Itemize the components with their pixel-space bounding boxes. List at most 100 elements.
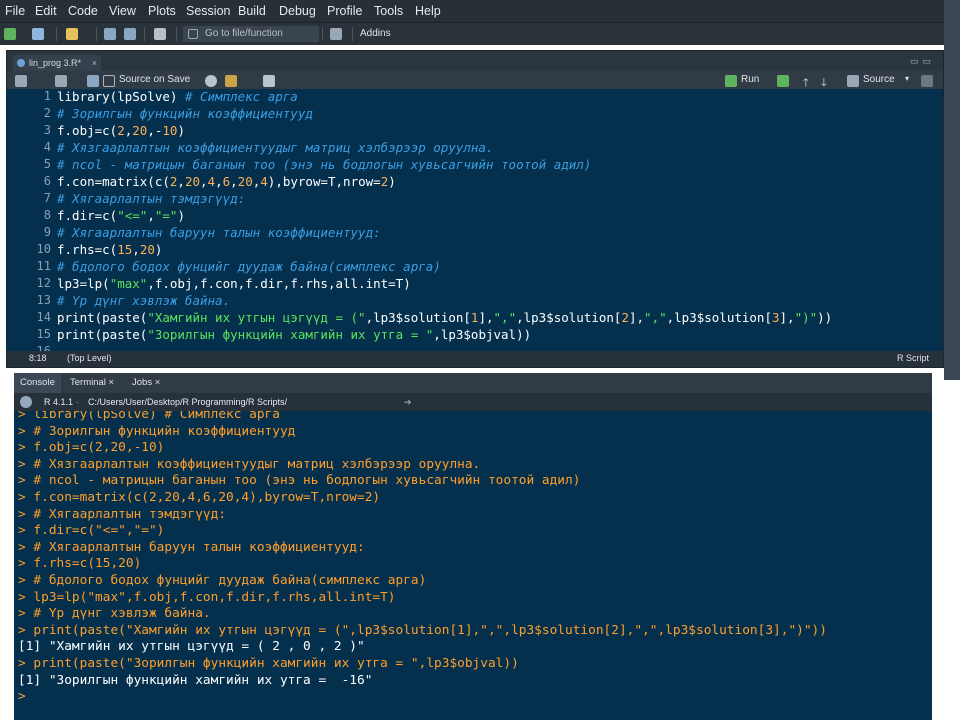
save-all-icon[interactable]: [124, 28, 136, 40]
code-line-15: print(paste("Зорилгын функцийн хамгийн и…: [57, 327, 532, 342]
console-tabs: Console Terminal × Jobs ×: [14, 373, 932, 393]
line-number: 10: [36, 242, 51, 256]
line-number: 5: [43, 157, 51, 171]
tab-console[interactable]: Console: [14, 373, 61, 393]
console-input-line: > # ncol - матрицын баганын тоо (энэ нь …: [18, 473, 581, 489]
menu-file[interactable]: File: [5, 4, 25, 18]
source-on-save-label: Source on Save: [119, 74, 191, 85]
console-input-line: > library(lpSolve) # Симплекс арга: [18, 411, 280, 422]
run-button[interactable]: Run: [741, 74, 759, 85]
source-icon[interactable]: [847, 75, 859, 87]
console-input-line: > # Хягаарлалтын баруун талын коэффициен…: [18, 539, 365, 555]
editor-tab[interactable]: lin_prog 3.R* ×: [13, 55, 101, 71]
side-panel: [932, 396, 960, 720]
goto-placeholder: Go to file/function: [205, 28, 283, 39]
editor-tab-label: lin_prog 3.R*: [29, 58, 82, 68]
open-file-icon[interactable]: [66, 28, 78, 40]
code-line-11: # бдолого бодох фунцийг дуудаж байна(сим…: [57, 259, 441, 274]
menu-view[interactable]: View: [109, 4, 136, 18]
code-line-1: library(lpSolve) # Симплекс арга: [57, 89, 298, 104]
code-editor[interactable]: 1 2 3 4 5 6 7 8 9 10 11 12 13 14 15 16 l…: [7, 89, 943, 351]
code-line-8: f.dir=c("<=","="): [57, 208, 185, 223]
menu-bar: File Edit Code View Plots Session Build …: [0, 0, 944, 22]
line-number: 13: [36, 293, 51, 307]
line-number: 16: [36, 344, 51, 351]
pane-controls[interactable]: ▭▭: [910, 56, 935, 67]
menu-debug[interactable]: Debug: [279, 4, 316, 18]
console-output[interactable]: > library(lpSolve) # Симплекс арга > # Зо…: [14, 411, 932, 720]
show-in-window-icon[interactable]: [55, 75, 67, 87]
tab-jobs[interactable]: Jobs ×: [126, 373, 166, 393]
console-input-line: > # бдолого бодох фунцийг дуудаж байна(с…: [18, 573, 427, 588]
code-line-13: # Үр дүнг хэвлэж байна.: [57, 293, 231, 308]
console-input-line: > f.rhs=c(15,20): [18, 556, 142, 572]
menu-session[interactable]: Session: [186, 4, 230, 18]
source-on-save-checkbox[interactable]: [103, 75, 115, 87]
chevron-down-icon[interactable]: ▾: [905, 74, 909, 83]
menu-code[interactable]: Code: [68, 4, 98, 18]
main-toolbar: Go to file/function Addins: [0, 22, 944, 45]
console-input-line: > # Зорилгын функцийн коэффициентууд: [18, 423, 296, 439]
code-line-9: # Хягаарлалтын баруун талын коэффициенту…: [57, 225, 381, 240]
line-number: 11: [36, 259, 51, 273]
dot-separator: ·: [76, 397, 79, 407]
line-number: 4: [43, 140, 51, 154]
grid-icon[interactable]: [330, 28, 342, 40]
save-icon[interactable]: [87, 75, 99, 87]
chevron-down-icon[interactable]: [20, 28, 26, 40]
file-type[interactable]: R Script: [897, 353, 929, 363]
console-input-line: > print(paste("Зорилгын функцийн хамгийн…: [18, 656, 519, 671]
editor-status-bar: 8:18 (Top Level) R Script: [7, 351, 943, 367]
menu-help[interactable]: Help: [415, 4, 441, 18]
close-icon[interactable]: ×: [155, 377, 161, 388]
go-to-directory-icon[interactable]: ➔: [404, 397, 412, 408]
line-number: 3: [43, 123, 51, 137]
line-number: 7: [43, 191, 51, 205]
line-number: 1: [43, 89, 51, 103]
save-icon[interactable]: [104, 28, 116, 40]
line-number: 6: [43, 174, 51, 188]
line-number: 9: [43, 225, 51, 239]
scope-indicator[interactable]: (Top Level): [67, 353, 112, 363]
code-line-7: # Хягаарлалтын тэмдэгүүд:: [57, 191, 246, 206]
code-line-14: print(paste("Хамгийн их утгын цэгүүд = (…: [57, 310, 833, 325]
menu-build[interactable]: Build: [238, 4, 266, 18]
addins-menu[interactable]: Addins: [360, 28, 391, 39]
code-line-2: # Зорилгын функцийн коэффициентууд: [57, 106, 313, 121]
working-directory: C:/Users/User/Desktop/R Programming/R Sc…: [88, 397, 288, 407]
code-line-6: f.con=matrix(c(2,20,4,6,20,4),byrow=T,nr…: [57, 174, 396, 189]
console-input-line: > f.con=matrix(c(2,20,4,6,20,4),byrow=T,…: [18, 490, 381, 505]
run-icon[interactable]: [725, 75, 737, 87]
rerun-icon[interactable]: [777, 75, 789, 87]
console-output-line: [1] "Хамгийн их утгын цэгүүд = ( 2 , 0 ,…: [18, 639, 365, 655]
code-line-5: # ncol - матрицын баганын тоо (энэ нь бо…: [57, 157, 592, 172]
window-edge: [944, 0, 960, 380]
editor-pane: lin_prog 3.R* × ▭▭ Source on Save Run 🡑 …: [6, 50, 944, 368]
console-input-line: > print(paste("Хамгийн их утгын цэгүүд =…: [18, 622, 827, 638]
search-icon[interactable]: [205, 75, 217, 87]
compile-report-icon[interactable]: [263, 75, 275, 87]
outline-icon[interactable]: [921, 75, 933, 87]
code-line-3: f.obj=c(2,20,-10): [57, 123, 185, 138]
menu-edit[interactable]: Edit: [35, 4, 57, 18]
tab-terminal[interactable]: Terminal ×: [64, 373, 120, 393]
menu-tools[interactable]: Tools: [374, 4, 403, 18]
r-file-icon: [17, 59, 25, 67]
close-icon[interactable]: ×: [109, 377, 115, 388]
goto-file-input[interactable]: Go to file/function: [183, 26, 319, 42]
new-project-icon[interactable]: [32, 28, 44, 40]
console-input-line: >: [18, 689, 26, 705]
print-icon[interactable]: [154, 28, 166, 40]
close-icon[interactable]: ×: [92, 55, 97, 71]
cursor-position: 8:18: [29, 353, 47, 363]
new-file-icon[interactable]: [4, 28, 16, 40]
menu-profile[interactable]: Profile: [327, 4, 362, 18]
console-input-line: > f.dir=c("<=","="): [18, 523, 165, 539]
back-icon[interactable]: [15, 75, 27, 87]
console-path-bar: R 4.1.1 · C:/Users/User/Desktop/R Progra…: [14, 393, 932, 411]
wand-icon[interactable]: [225, 75, 237, 87]
code-line-4: # Хязгаарлалтын коэффициентуудыг матриц …: [57, 140, 494, 155]
menu-plots[interactable]: Plots: [148, 4, 176, 18]
line-number: 14: [36, 310, 51, 324]
source-button[interactable]: Source: [863, 74, 895, 85]
